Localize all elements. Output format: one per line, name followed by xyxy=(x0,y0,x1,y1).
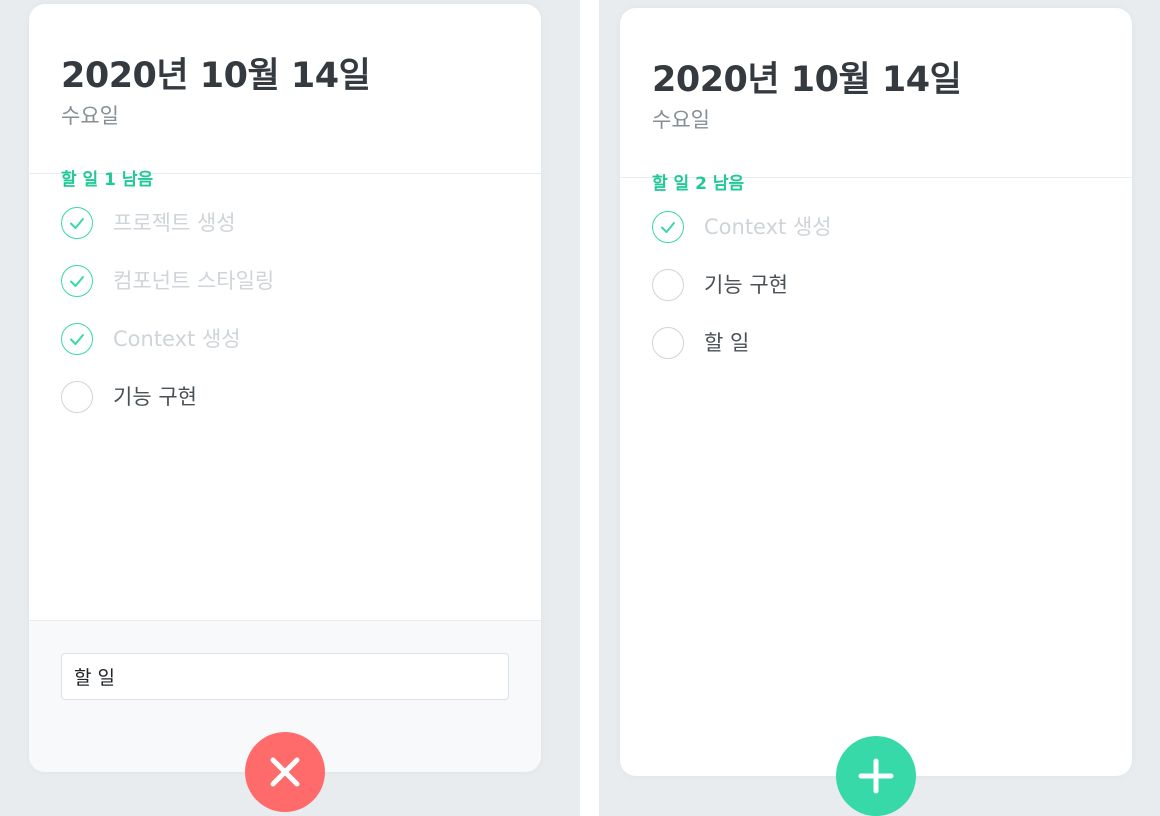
screen: 2020년 10월 14일 수요일 할 일 1 남음 프로젝트 생성 컴포넌트 … xyxy=(0,0,1160,816)
todo-text: 기능 구현 xyxy=(113,385,197,409)
empty-circle-icon[interactable] xyxy=(61,381,93,413)
add-button[interactable] xyxy=(836,736,916,816)
weekday-label: 수요일 xyxy=(652,108,710,132)
todo-text: Context 생성 xyxy=(113,327,241,351)
todo-header: 2020년 10월 14일 수요일 할 일 1 남음 xyxy=(29,4,541,190)
todo-item[interactable]: 프로젝트 생성 xyxy=(61,206,509,240)
empty-circle-icon[interactable] xyxy=(652,327,684,359)
todo-item[interactable]: 기능 구현 xyxy=(61,380,509,414)
todo-item[interactable]: Context 생성 xyxy=(61,322,509,356)
check-circle-icon[interactable] xyxy=(61,323,93,355)
todo-header: 2020년 10월 14일 수요일 할 일 2 남음 xyxy=(620,8,1132,194)
todo-item[interactable]: Context 생성 xyxy=(652,210,1100,244)
todo-item[interactable]: 컴포넌트 스타일링 xyxy=(61,264,509,298)
todo-text: 프로젝트 생성 xyxy=(113,211,236,235)
todo-text: 기능 구현 xyxy=(704,273,788,297)
date-title: 2020년 10월 14일 xyxy=(652,60,962,100)
todo-list: 프로젝트 생성 컴포넌트 스타일링 Context 생성 기능 구현 xyxy=(29,174,541,414)
todo-text: 컴포넌트 스타일링 xyxy=(113,269,275,293)
empty-circle-icon[interactable] xyxy=(652,269,684,301)
todo-item[interactable]: 기능 구현 xyxy=(652,268,1100,302)
check-circle-icon[interactable] xyxy=(61,207,93,239)
right-panel: 2020년 10월 14일 수요일 할 일 2 남음 Context 생성 기능… xyxy=(599,0,1160,816)
plus-icon xyxy=(858,758,894,794)
check-circle-icon[interactable] xyxy=(652,211,684,243)
todo-list: Context 생성 기능 구현 할 일 xyxy=(620,178,1132,360)
todo-item[interactable]: 할 일 xyxy=(652,326,1100,360)
date-title: 2020년 10월 14일 xyxy=(61,56,371,96)
close-button[interactable] xyxy=(245,732,325,812)
todo-template: 2020년 10월 14일 수요일 할 일 2 남음 Context 생성 기능… xyxy=(620,8,1132,776)
weekday-label: 수요일 xyxy=(61,104,119,128)
todo-text: 할 일 xyxy=(704,331,750,355)
left-panel: 2020년 10월 14일 수요일 할 일 1 남음 프로젝트 생성 컴포넌트 … xyxy=(0,0,580,816)
close-icon xyxy=(270,757,300,787)
todo-input[interactable] xyxy=(61,653,509,700)
todo-template: 2020년 10월 14일 수요일 할 일 1 남음 프로젝트 생성 컴포넌트 … xyxy=(29,4,541,772)
check-circle-icon[interactable] xyxy=(61,265,93,297)
todo-text: Context 생성 xyxy=(704,215,832,239)
